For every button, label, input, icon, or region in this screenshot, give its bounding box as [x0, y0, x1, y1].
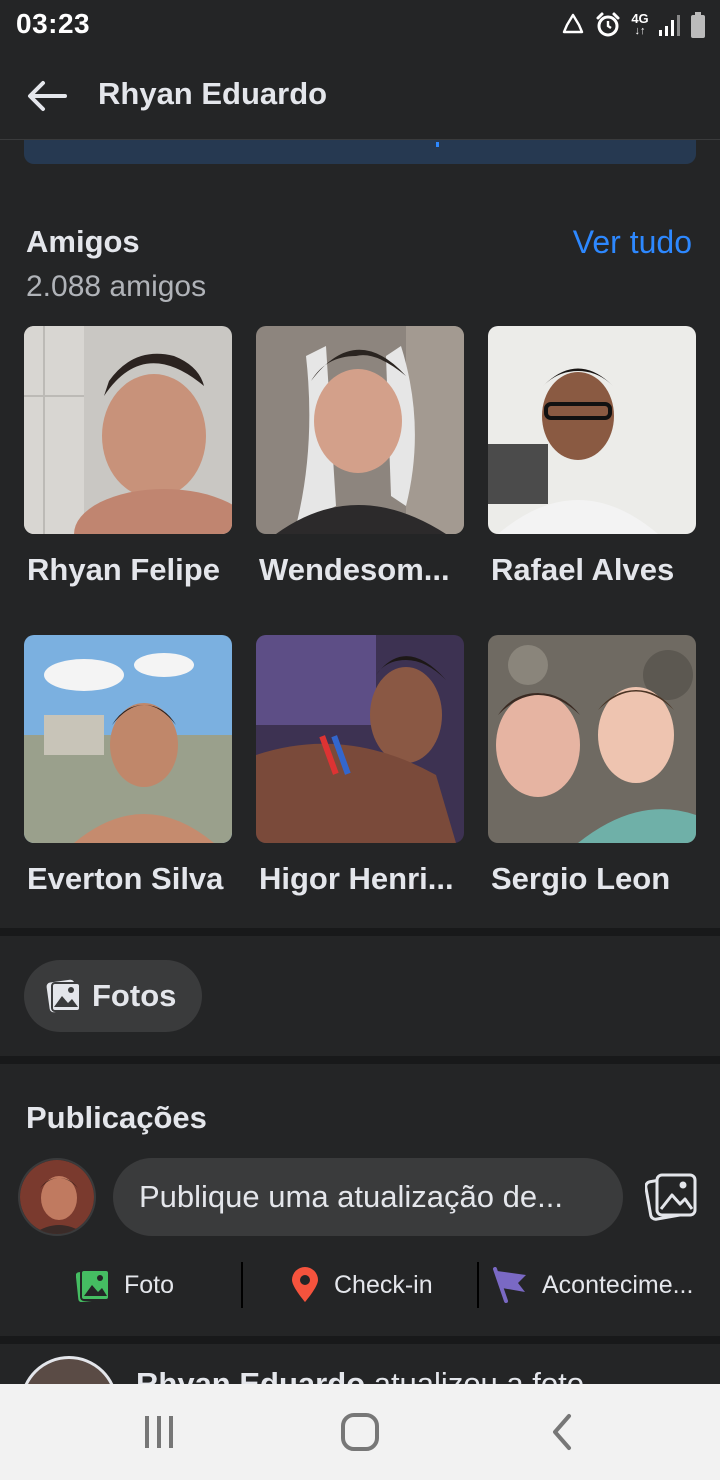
life-event-action-label: Acontecime... — [542, 1270, 694, 1299]
post-author-name[interactable]: Rhyan Eduardo — [136, 1366, 365, 1384]
friend-name: Rhyan Felipe — [27, 552, 220, 587]
friend-photo — [488, 635, 696, 843]
alarm-icon — [596, 12, 620, 37]
home-icon — [341, 1413, 379, 1451]
photos-button[interactable]: Fotos — [24, 960, 202, 1032]
friend-card[interactable]: Higor Henri... — [256, 635, 464, 915]
avatar[interactable] — [18, 1158, 96, 1236]
friend-card[interactable]: Rhyan Felipe — [24, 326, 232, 606]
photo-gallery-icon — [645, 1173, 697, 1221]
friend-card[interactable]: Wendesom... — [256, 326, 464, 606]
friend-name: Everton Silva — [27, 861, 224, 896]
status-composer-input[interactable]: Publique uma atualização de... — [113, 1158, 623, 1236]
composer-placeholder: Publique uma atualização de... — [139, 1179, 563, 1214]
photos-section: Fotos — [0, 936, 720, 1056]
photo-icon — [76, 1269, 110, 1302]
friend-photo — [488, 326, 696, 534]
recent-apps-button[interactable] — [129, 1406, 189, 1458]
friend-photo — [256, 635, 464, 843]
system-nav-bar — [0, 1384, 720, 1480]
posts-title: Publicações — [26, 1100, 207, 1135]
profile-title: Rhyan Eduardo — [98, 76, 328, 111]
friend-name: Wendesom... — [259, 552, 450, 587]
signal-icon — [659, 15, 680, 36]
system-back-button[interactable] — [532, 1406, 592, 1458]
friend-card[interactable]: Rafael Alves — [488, 326, 696, 606]
friend-photo — [24, 326, 232, 534]
back-button[interactable] — [22, 74, 72, 118]
post-author-avatar[interactable] — [20, 1356, 118, 1384]
recycle-icon — [562, 13, 584, 34]
life-event-action-button[interactable]: Acontecime... — [492, 1260, 693, 1310]
friend-name: Sergio Leon — [491, 861, 671, 896]
friend-name: Higor Henri... — [259, 861, 454, 896]
photos-icon — [46, 979, 81, 1013]
friends-count: 2.088 amigos — [26, 270, 207, 303]
composer-actions: Foto Check-in Acontecime... — [0, 1260, 720, 1310]
posts-section: Publicações Publique uma atualização de.… — [0, 1064, 720, 1336]
home-button[interactable] — [330, 1406, 390, 1458]
friends-section: Amigos Ver tudo 2.088 amigos Rhyan Felip… — [0, 140, 720, 928]
see-all-friends-link[interactable]: Ver tudo — [573, 224, 692, 261]
post-action-text: atualizou a foto — [365, 1366, 584, 1384]
friend-photo — [256, 326, 464, 534]
back-icon — [553, 1414, 571, 1450]
friend-card[interactable]: Sergio Leon — [488, 635, 696, 915]
post-header: Rhyan Eduardo atualizou a foto — [136, 1366, 584, 1384]
post-card[interactable]: Rhyan Eduardo atualizou a foto — [0, 1344, 720, 1384]
arrow-left-icon — [28, 81, 67, 111]
photo-action-label: Foto — [124, 1270, 175, 1299]
status-icons: 4G ↓↑ — [560, 8, 706, 42]
recent-apps-icon — [145, 1416, 173, 1448]
app-bar: Rhyan Eduardo — [0, 52, 720, 140]
add-photo-button[interactable] — [644, 1168, 700, 1224]
friends-title: Amigos — [26, 224, 140, 259]
photo-action-button[interactable]: Foto — [76, 1260, 174, 1310]
battery-icon — [691, 12, 705, 38]
flag-icon — [493, 1267, 526, 1303]
checkin-action-label: Check-in — [334, 1270, 433, 1299]
friend-photo — [24, 635, 232, 843]
location-pin-icon — [292, 1267, 318, 1302]
photos-label: Fotos — [92, 978, 177, 1013]
edit-profile-button[interactable] — [24, 140, 696, 164]
friend-name: Rafael Alves — [491, 552, 675, 587]
status-time: 03:23 — [16, 8, 91, 39]
friend-card[interactable]: Everton Silva — [24, 635, 232, 915]
divider — [477, 1262, 479, 1308]
network-4g-icon: 4G ↓↑ — [631, 11, 649, 37]
checkin-action-button[interactable]: Check-in — [290, 1260, 433, 1310]
divider — [241, 1262, 243, 1308]
status-bar: 03:23 4G ↓↑ — [0, 0, 720, 52]
